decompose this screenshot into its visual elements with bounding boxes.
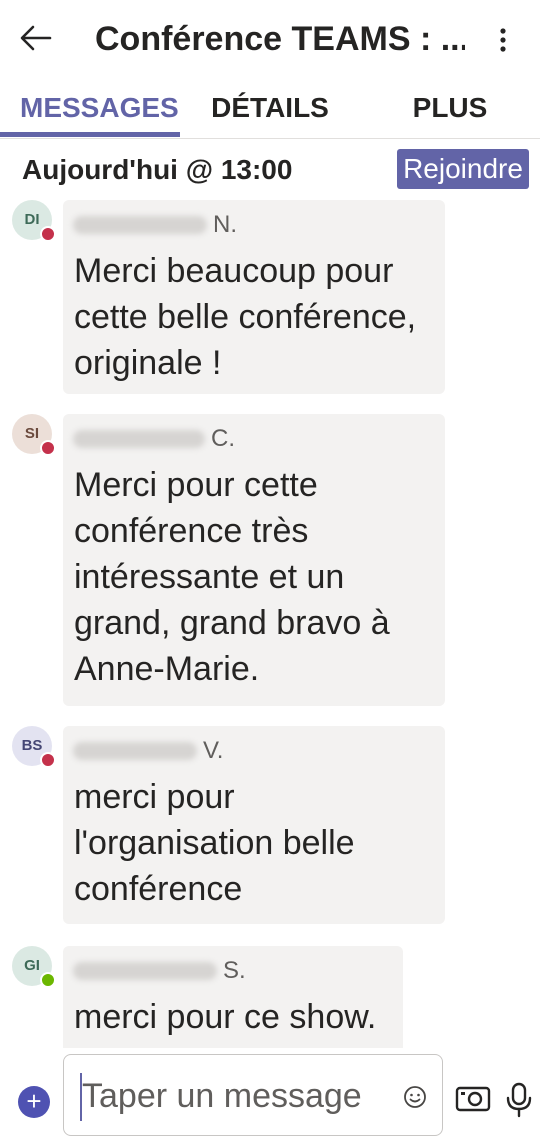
- plus-icon: +: [26, 1086, 42, 1116]
- sender-initial: V.: [203, 737, 224, 764]
- avatar[interactable]: BS: [12, 726, 56, 768]
- app-bar: Conférence TEAMS : ...: [0, 0, 540, 80]
- page-title: Conférence TEAMS : ...: [95, 20, 465, 58]
- message-text: Merci beaucoup pour cette belle conféren…: [74, 252, 417, 382]
- camera-button[interactable]: [455, 1084, 491, 1114]
- meeting-time: Aujourd'hui @ 13:00: [22, 154, 293, 185]
- avatar[interactable]: GI: [12, 946, 56, 988]
- emoji-icon: [404, 1086, 426, 1108]
- message-bubble[interactable]: V. merci pour l'organisation belle confé…: [63, 726, 445, 924]
- message-bubble[interactable]: S. merci pour ce show.: [63, 946, 403, 1048]
- tab-details[interactable]: DÉTAILS: [208, 88, 332, 128]
- avatar-initials: BS: [21, 737, 43, 754]
- message-input-placeholder: Taper un message: [82, 1077, 362, 1115]
- redacted-name: [73, 742, 197, 760]
- avatar-initials: GI: [24, 957, 40, 974]
- tab-more[interactable]: PLUS: [408, 88, 492, 128]
- message-bubble[interactable]: N. Merci beaucoup pour cette belle confé…: [63, 200, 445, 394]
- add-attachment-button[interactable]: +: [18, 1086, 50, 1118]
- microphone-button[interactable]: [504, 1082, 534, 1118]
- avatar-initials: DI: [24, 211, 40, 228]
- emoji-button[interactable]: [402, 1085, 428, 1111]
- redacted-name: [73, 430, 205, 448]
- message-text: merci pour l'organisation belle conféren…: [74, 778, 355, 908]
- message-list[interactable]: DI N. Merci beaucoup pour cette belle co…: [0, 200, 540, 1048]
- redacted-name: [73, 962, 217, 980]
- more-options-button[interactable]: [486, 20, 520, 60]
- presence-busy-icon: [40, 226, 56, 242]
- avatar-initials: SI: [24, 425, 40, 442]
- arrow-left-icon: [20, 25, 52, 51]
- avatar[interactable]: DI: [12, 200, 56, 242]
- sender-name: C.: [73, 424, 235, 454]
- tab-bar: MESSAGES DÉTAILS PLUS: [0, 80, 540, 139]
- message-bubble[interactable]: C. Merci pour cette conférence très inté…: [63, 414, 445, 706]
- camera-icon: [455, 1086, 491, 1112]
- sender-initial: N.: [213, 211, 237, 238]
- message-text: merci pour ce show.: [74, 998, 377, 1036]
- presence-busy-icon: [40, 440, 56, 456]
- redacted-name: [73, 216, 207, 234]
- message-input[interactable]: Taper un message: [63, 1054, 443, 1136]
- sender-name: N.: [73, 210, 237, 240]
- sender-name: S.: [73, 956, 246, 986]
- sender-initial: C.: [211, 425, 235, 452]
- message-text: Merci pour cette conférence très intéres…: [74, 466, 390, 688]
- more-vertical-icon: [500, 28, 506, 52]
- join-button[interactable]: Rejoindre: [397, 149, 529, 189]
- tab-messages[interactable]: MESSAGES: [20, 88, 179, 128]
- presence-available-icon: [40, 972, 56, 988]
- composer: + Taper un message: [0, 1048, 540, 1147]
- presence-busy-icon: [40, 752, 56, 768]
- active-tab-indicator: [0, 132, 180, 137]
- back-button[interactable]: [14, 16, 58, 60]
- avatar[interactable]: SI: [12, 414, 56, 456]
- microphone-icon: [506, 1082, 532, 1118]
- sender-name: V.: [73, 736, 223, 766]
- sender-initial: S.: [223, 957, 246, 984]
